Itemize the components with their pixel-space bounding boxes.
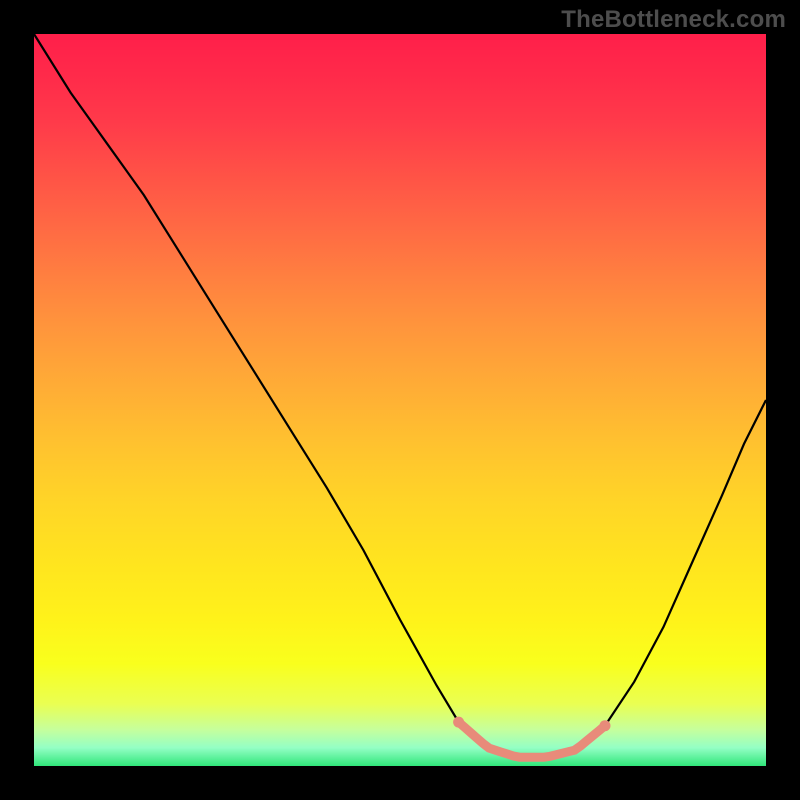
chart-frame: TheBottleneck.com: [0, 0, 800, 800]
sweet-spot-left-dot: [453, 717, 464, 728]
sweet-spot-band: [459, 722, 605, 757]
plot-area: [34, 34, 766, 766]
watermark-text: TheBottleneck.com: [561, 6, 786, 34]
bottleneck-curve: [34, 34, 766, 757]
sweet-spot-right-dot: [600, 720, 611, 731]
curve-layer: [34, 34, 766, 766]
